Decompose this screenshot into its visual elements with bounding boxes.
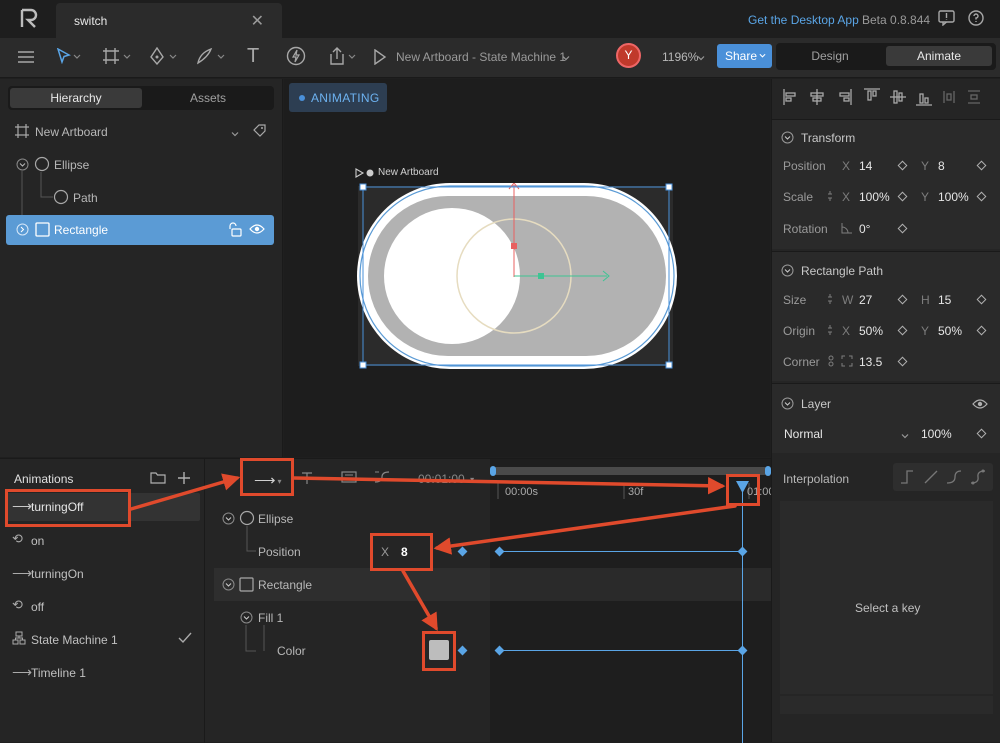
annotation-arrows <box>129 473 737 632</box>
